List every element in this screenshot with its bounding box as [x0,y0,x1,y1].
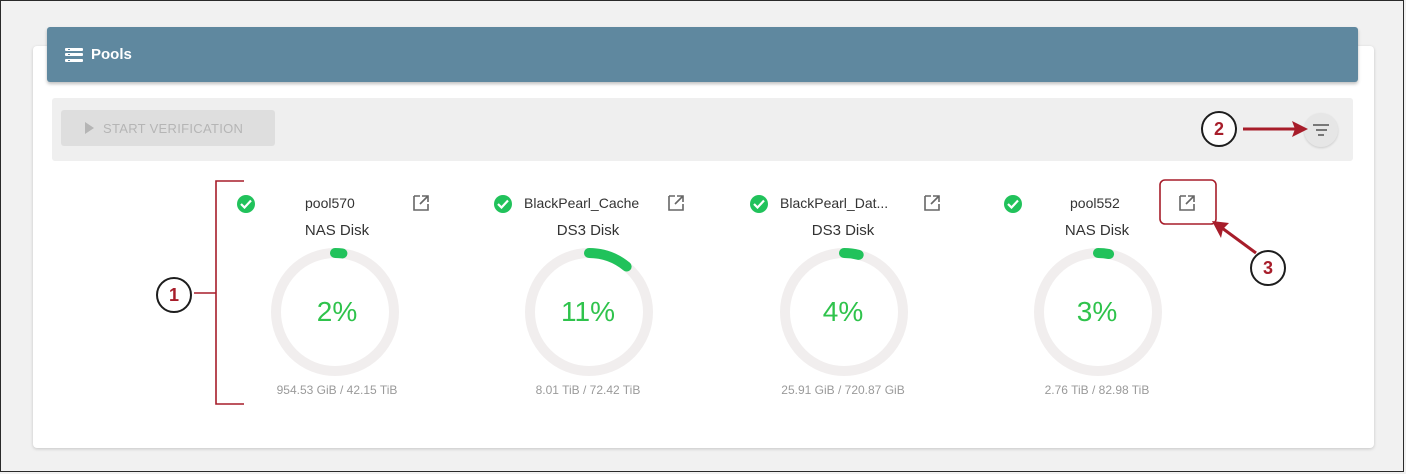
annotation-badge: 2 [1201,111,1237,147]
annotation-arrow [1221,226,1257,255]
annotation-bracket [215,180,244,405]
annotation-badge: 3 [1250,250,1286,286]
annotation-highlight-box [1159,179,1217,225]
annotation-overlay [194,121,1308,405]
annotation-badge: 1 [156,277,192,313]
